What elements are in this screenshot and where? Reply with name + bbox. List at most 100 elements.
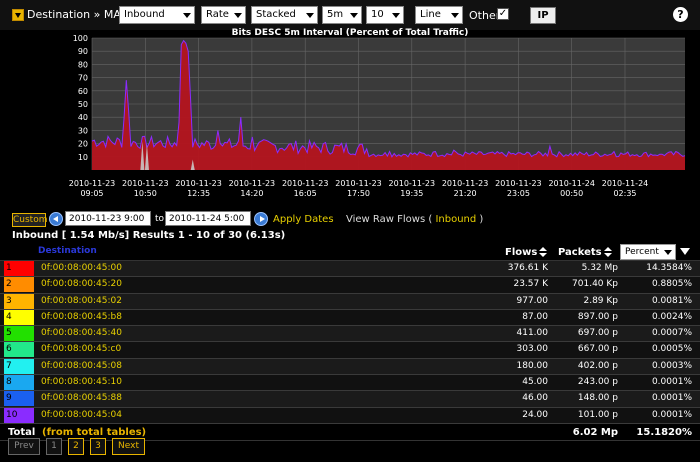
y-tick-label: 10 — [78, 153, 88, 162]
mode-select[interactable]: Stacked — [251, 6, 318, 24]
flows-cell: 977.00 — [516, 295, 549, 306]
table-row[interactable]: 9 0f:00:08:00:45:88 46.00 148.00 p 0.0001% — [0, 391, 700, 408]
y-tick-label: 40 — [78, 113, 88, 122]
other-checkbox[interactable]: ✓ — [497, 8, 509, 20]
x-tick-date: 2010-11-23 — [229, 179, 276, 188]
mac-address-link[interactable]: 0f:00:08:00:45:20 — [41, 277, 122, 292]
percent-cell: 0.0081% — [651, 295, 692, 306]
percent-cell: 0.0001% — [651, 377, 692, 388]
table-row[interactable]: 5 0f:00:08:00:45:40 411.00 697.00 p 0.0007% — [0, 326, 700, 343]
table-row[interactable]: 8 0f:00:08:00:45:10 45.00 243.00 p 0.0001% — [0, 375, 700, 392]
chart-title: Bits DESC 5m Interval (Percent of Total … — [231, 28, 469, 38]
chevron-down-icon — [350, 13, 358, 18]
next-range-icon[interactable] — [254, 212, 268, 226]
page-1-button[interactable]: 1 — [46, 438, 62, 455]
table-row[interactable]: 7 0f:00:08:00:45:08 180.00 402.00 p 0.0003% — [0, 358, 700, 376]
col-packets-label: Packets — [558, 247, 602, 258]
mac-address-link[interactable]: 0f:00:08:00:45:02 — [41, 294, 122, 309]
mode-value: Stacked — [256, 9, 296, 20]
y-tick-label: 50 — [78, 100, 88, 109]
flows-cell: 411.00 — [516, 328, 549, 339]
packets-cell: 148.00 p — [577, 393, 618, 404]
interval-value: 5m — [327, 9, 344, 20]
table-row[interactable]: 2 0f:00:08:00:45:20 23.57 K 701.40 Kp 0.8805… — [0, 277, 700, 294]
table-row[interactable]: 3 0f:00:08:00:45:02 977.00 2.89 Kp 0.0081% — [0, 293, 700, 310]
y-tick-label: 20 — [78, 140, 88, 149]
chevron-down-icon — [234, 13, 242, 18]
table-row[interactable]: 1 0f:00:08:00:45:00 376.61 K 5.32 Mp 14.3584… — [0, 261, 700, 278]
mac-address-link[interactable]: 0f:00:08:00:45:10 — [41, 375, 122, 390]
flows-cell: 23.57 K — [513, 279, 548, 290]
page-3-button[interactable]: 3 — [90, 438, 106, 455]
x-tick-time: 17:50 — [347, 189, 370, 198]
col-flows-label: Flows — [505, 247, 538, 258]
x-tick-date: 2010-11-23 — [495, 179, 542, 188]
x-tick-time: 23:05 — [507, 189, 530, 198]
table-row[interactable]: 6 0f:00:08:00:45:c0 303.00 667.00 p 0.0005% — [0, 342, 700, 359]
next-page-button[interactable]: Next — [112, 438, 145, 455]
ip-button[interactable]: IP — [530, 7, 556, 24]
breadcrumb[interactable]: Destination » MACs — [12, 8, 134, 21]
column-menu-icon[interactable] — [679, 246, 691, 258]
y-tick-label: 80 — [78, 60, 88, 69]
flows-cell: 46.00 — [522, 393, 548, 404]
other-label: Other — [469, 9, 501, 22]
prev-page-button[interactable]: Prev — [8, 438, 40, 455]
results-summary: Inbound [ 1.54 Mb/s] Results 1 - 10 of 3… — [12, 230, 286, 241]
mac-address-link[interactable]: 0f:00:08:00:45:b8 — [41, 310, 122, 325]
interval-select[interactable]: 5m — [322, 6, 362, 24]
mac-address-link[interactable]: 0f:00:08:00:45:00 — [41, 261, 122, 276]
x-tick-date: 2010-11-23 — [175, 179, 222, 188]
mac-address-link[interactable]: 0f:00:08:00:45:40 — [41, 326, 122, 341]
end-date-input[interactable]: 2010-11-24 5:00 — [165, 211, 251, 226]
percent-value: Percent — [625, 247, 659, 257]
packets-cell: 101.00 p — [577, 409, 618, 420]
percent-cell: 0.0001% — [651, 393, 692, 404]
row-index: 4 — [4, 309, 34, 325]
dropdown-triangle-icon[interactable] — [12, 8, 24, 21]
flows-cell: 376.61 K — [507, 263, 548, 273]
row-index: 3 — [4, 293, 34, 309]
direction-select[interactable]: Inbound — [119, 6, 195, 24]
sort-icon[interactable] — [539, 247, 548, 257]
packets-cell: 701.40 Kp — [572, 279, 618, 290]
packets-cell: 402.00 p — [577, 360, 618, 371]
mac-address-link[interactable]: 0f:00:08:00:45:08 — [41, 359, 122, 374]
percent-select[interactable]: Percent — [620, 244, 676, 260]
x-tick-time: 00:50 — [560, 189, 583, 198]
mac-address-link[interactable]: 0f:00:08:00:45:c0 — [41, 342, 121, 357]
row-index: 6 — [4, 342, 34, 358]
mac-address-link[interactable]: 0f:00:08:00:45:04 — [41, 408, 122, 423]
table-row[interactable]: 10 0f:00:08:00:45:04 24.00 101.00 p 0.0001% — [0, 407, 700, 424]
start-date-input[interactable]: 2010-11-23 9:00 — [65, 211, 151, 226]
help-icon[interactable]: ? — [673, 7, 688, 22]
flows-cell: 45.00 — [522, 377, 548, 388]
total-note: (from total tables) — [42, 427, 147, 438]
metric-select[interactable]: Rate — [201, 6, 246, 24]
row-index: 9 — [4, 391, 34, 407]
x-tick-time: 14:20 — [240, 189, 263, 198]
top-n-select[interactable]: 10 — [366, 6, 404, 24]
col-flows[interactable]: Flows — [505, 247, 548, 258]
col-destination[interactable]: Destination — [38, 246, 97, 256]
page-2-button[interactable]: 2 — [68, 438, 84, 455]
custom-range-button[interactable]: Custom — [12, 213, 47, 227]
sort-icon[interactable] — [603, 247, 612, 257]
table-header: Destination Flows Packets — [0, 243, 700, 261]
col-packets[interactable]: Packets — [558, 247, 612, 258]
raw-flows-link[interactable]: Inbound — [435, 214, 476, 225]
x-tick-time: 02:35 — [613, 189, 636, 198]
chart-style-value: Line — [420, 9, 441, 20]
percent-cell: 0.0005% — [651, 344, 692, 355]
raw-prefix: View Raw Flows ( — [346, 214, 433, 225]
row-index: 1 — [4, 261, 34, 276]
chart-style-select[interactable]: Line — [415, 6, 463, 24]
apply-dates-link[interactable]: Apply Dates — [273, 214, 334, 225]
prev-range-icon[interactable] — [49, 212, 63, 226]
x-tick-date: 2010-11-23 — [442, 179, 489, 188]
table-row[interactable]: 4 0f:00:08:00:45:b8 87.00 897.00 p 0.0024% — [0, 309, 700, 327]
percent-cell: 0.0003% — [651, 360, 692, 371]
chart-svg: 1009080706050403020102010-11-2309:052010… — [69, 34, 686, 198]
x-tick-time: 19:35 — [400, 189, 423, 198]
mac-address-link[interactable]: 0f:00:08:00:45:88 — [41, 391, 122, 406]
